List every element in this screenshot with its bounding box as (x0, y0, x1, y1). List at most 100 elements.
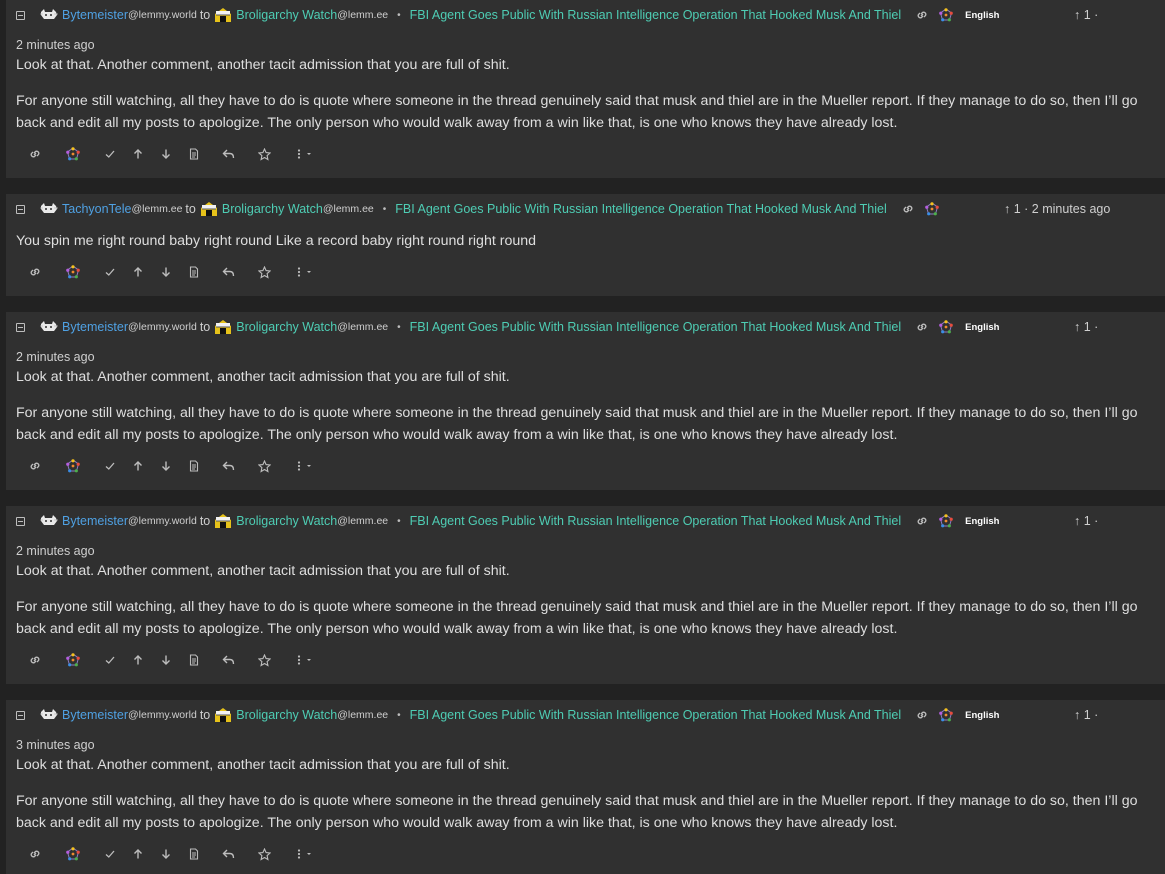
reply-icon[interactable] (222, 146, 235, 162)
view-source-icon[interactable] (188, 458, 200, 474)
comment-paragraph: Look at that. Another comment, another t… (16, 57, 510, 73)
comment-header: Bytemeister @lemmy.world to Broligarchy Wat… (16, 7, 999, 23)
fediverse-icon[interactable] (66, 264, 80, 280)
upvote-icon[interactable] (132, 846, 144, 862)
downvote-icon[interactable] (160, 846, 172, 862)
comment-paragraph: For anyone still watching, all they have… (16, 793, 1138, 831)
check-icon[interactable] (104, 264, 116, 280)
more-options-icon[interactable] (296, 652, 316, 668)
collapse-toggle-icon[interactable] (16, 322, 25, 332)
star-icon[interactable] (258, 146, 271, 162)
check-icon[interactable] (104, 846, 116, 862)
reply-icon[interactable] (222, 264, 235, 280)
view-source-icon[interactable] (188, 264, 200, 280)
community-link[interactable]: Broligarchy Watch (236, 708, 337, 722)
fediverse-icon[interactable] (939, 514, 953, 528)
comment-timestamp: 3 minutes ago (16, 738, 95, 752)
downvote-icon[interactable] (160, 264, 172, 280)
downvote-icon[interactable] (160, 652, 172, 668)
reply-icon[interactable] (222, 846, 235, 862)
link-icon[interactable] (28, 652, 42, 668)
upvote-icon[interactable] (132, 146, 144, 162)
separator-dot: • (382, 203, 387, 215)
post-title-link[interactable]: FBI Agent Goes Public With Russian Intel… (410, 320, 901, 334)
fediverse-icon[interactable] (66, 146, 80, 162)
post-title-link[interactable]: FBI Agent Goes Public With Russian Intel… (410, 8, 901, 22)
upvote-icon[interactable] (132, 264, 144, 280)
link-icon[interactable] (915, 514, 929, 528)
more-options-icon[interactable] (296, 846, 316, 862)
more-options-icon[interactable] (296, 458, 316, 474)
to-label: to (185, 202, 196, 216)
upvote-icon[interactable] (132, 458, 144, 474)
collapse-toggle-icon[interactable] (16, 10, 25, 20)
community-link[interactable]: Broligarchy Watch (236, 514, 337, 528)
link-icon[interactable] (28, 146, 42, 162)
username-link[interactable]: Bytemeister (62, 514, 128, 528)
post-title-link[interactable]: FBI Agent Goes Public With Russian Intel… (395, 202, 886, 216)
more-options-icon[interactable] (296, 146, 316, 162)
comment-header: Bytemeister @lemmy.world to Broligarchy Wat… (16, 319, 999, 335)
view-source-icon[interactable] (188, 652, 200, 668)
cat-avatar-icon (40, 321, 58, 333)
post-title-link[interactable]: FBI Agent Goes Public With Russian Intel… (410, 708, 901, 722)
link-icon[interactable] (901, 202, 915, 216)
user-instance: @lemm.ee (131, 203, 183, 215)
downvote-icon[interactable] (160, 458, 172, 474)
score-indicator: ↑ 1 · (1074, 708, 1099, 722)
star-icon[interactable] (258, 264, 271, 280)
score-indicator: ↑ 1 · (1074, 8, 1099, 22)
community-link[interactable]: Broligarchy Watch (236, 320, 337, 334)
comment-paragraph: For anyone still watching, all they have… (16, 599, 1138, 637)
link-icon[interactable] (915, 8, 929, 22)
upvote-icon[interactable] (132, 652, 144, 668)
fediverse-icon[interactable] (939, 708, 953, 722)
comment-paragraph: Look at that. Another comment, another t… (16, 563, 510, 579)
reply-icon[interactable] (222, 458, 235, 474)
check-icon[interactable] (104, 146, 116, 162)
fediverse-icon[interactable] (66, 458, 80, 474)
separator-dot: • (397, 515, 401, 527)
fediverse-icon[interactable] (66, 846, 80, 862)
view-source-icon[interactable] (188, 846, 200, 862)
star-icon[interactable] (258, 458, 271, 474)
language-badge: English (965, 321, 1000, 333)
collapse-toggle-icon[interactable] (16, 710, 25, 720)
link-icon[interactable] (28, 846, 42, 862)
community-instance: @lemm.ee (337, 321, 389, 333)
check-icon[interactable] (104, 458, 116, 474)
post-title-link[interactable]: FBI Agent Goes Public With Russian Intel… (410, 514, 901, 528)
star-icon[interactable] (258, 652, 271, 668)
username-link[interactable]: Bytemeister (62, 320, 128, 334)
community-link[interactable]: Broligarchy Watch (236, 8, 337, 22)
collapse-toggle-icon[interactable] (16, 516, 25, 526)
link-icon[interactable] (915, 708, 929, 722)
comment-paragraph: For anyone still watching, all they have… (16, 93, 1138, 131)
fediverse-icon[interactable] (939, 320, 953, 334)
user-instance: @lemmy.world (128, 9, 197, 21)
link-icon[interactable] (28, 458, 42, 474)
more-options-icon[interactable] (296, 264, 316, 280)
username-link[interactable]: Bytemeister (62, 8, 128, 22)
community-link[interactable]: Broligarchy Watch (222, 202, 323, 216)
cat-avatar-icon (40, 203, 58, 215)
fediverse-icon[interactable] (939, 8, 953, 22)
separator-dot: • (397, 321, 401, 333)
reply-icon[interactable] (222, 652, 235, 668)
to-label: to (199, 708, 211, 722)
view-source-icon[interactable] (188, 146, 200, 162)
fediverse-icon[interactable] (66, 652, 80, 668)
collapse-toggle-icon[interactable] (16, 204, 25, 214)
username-link[interactable]: TachyonTele (62, 202, 132, 216)
username-link[interactable]: Bytemeister (62, 708, 128, 722)
community-instance: @lemm.ee (337, 709, 389, 721)
comment-card: Bytemeister @lemmy.world to Broligarchy Wat… (6, 506, 1165, 684)
community-instance: @lemm.ee (337, 9, 389, 21)
link-icon[interactable] (28, 264, 42, 280)
downvote-icon[interactable] (160, 146, 172, 162)
fediverse-icon[interactable] (924, 202, 939, 216)
link-icon[interactable] (915, 320, 929, 334)
check-icon[interactable] (104, 652, 116, 668)
star-icon[interactable] (258, 846, 271, 862)
language-badge: English (965, 9, 1000, 21)
